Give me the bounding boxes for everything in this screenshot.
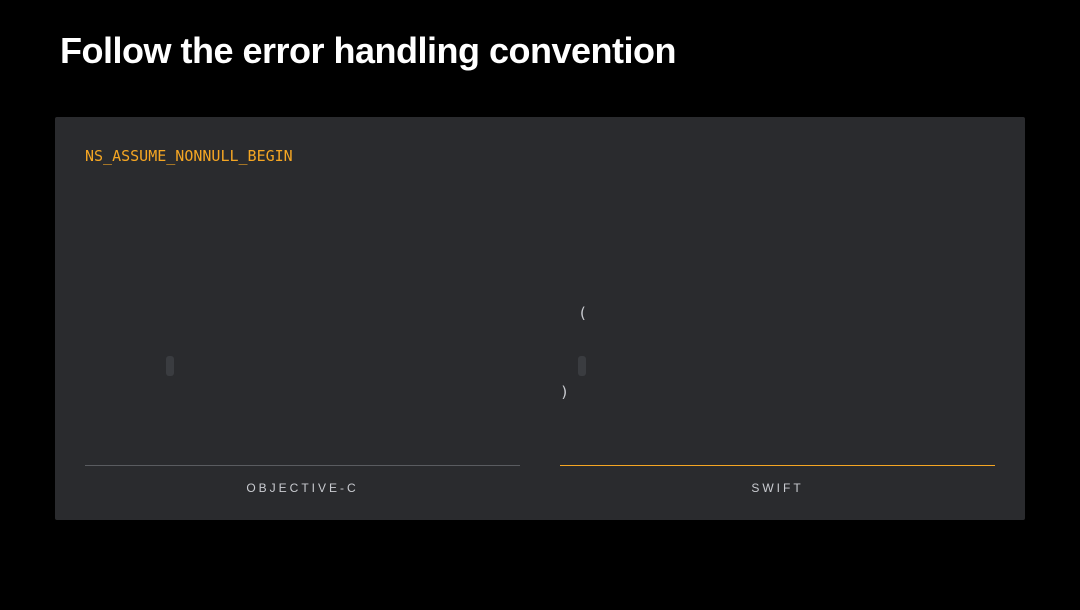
swift-code: ( ) (560, 195, 995, 420)
code-panel: NS_ASSUME_NONNULL_BEGIN OBJECTIVE-C ( ) … (55, 117, 1025, 520)
swift-divider (560, 465, 995, 466)
slide-title: Follow the error handling convention (0, 0, 1080, 97)
objc-wasdirty-highlight (166, 356, 174, 376)
nonnull-macro: NS_ASSUME_NONNULL_BEGIN (85, 147, 995, 165)
swift-column: ( ) SWIFT (560, 195, 995, 495)
swift-close-paren: ) (560, 383, 578, 401)
swift-open-paren: ( (578, 304, 587, 322)
objc-divider (85, 465, 520, 466)
objc-code (85, 195, 520, 420)
objc-column: OBJECTIVE-C (85, 195, 520, 495)
swift-label: SWIFT (560, 481, 995, 495)
objc-label: OBJECTIVE-C (85, 481, 520, 495)
swift-wasdirty-highlight (578, 356, 586, 376)
